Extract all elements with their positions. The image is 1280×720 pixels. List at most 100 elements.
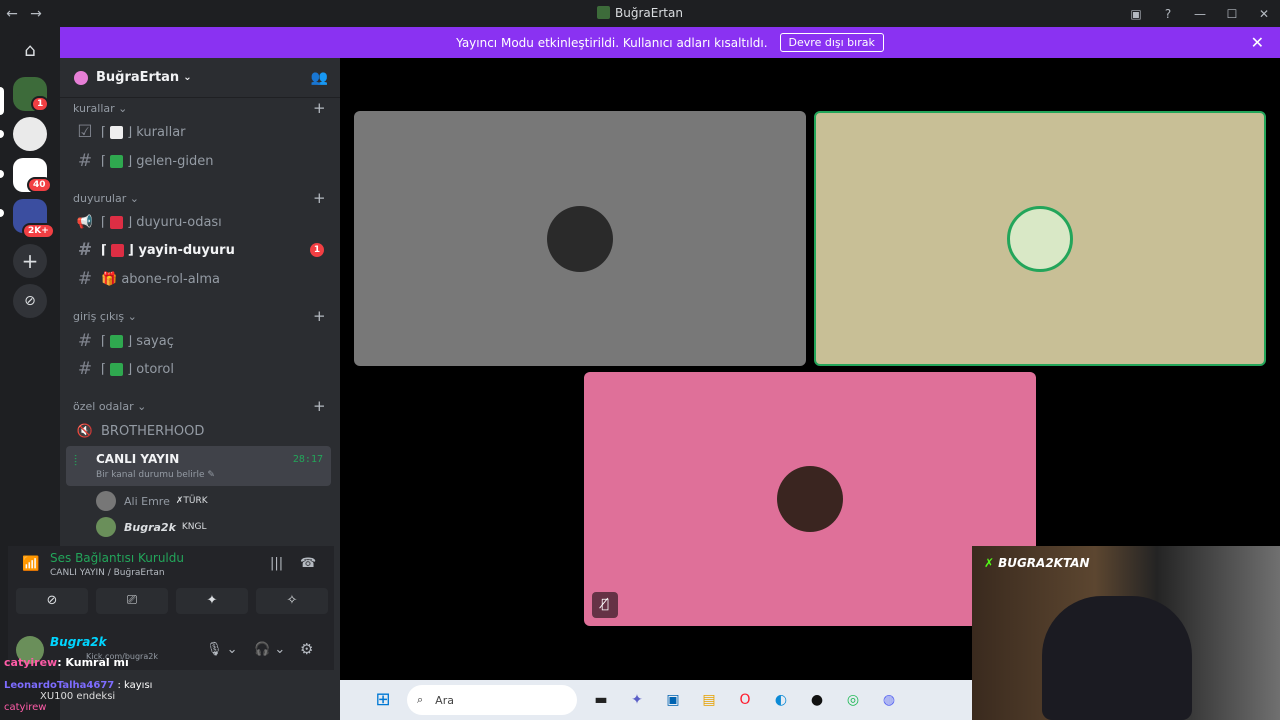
- title-bar: ← → BuğraErtan ▣ ? — ☐ ✕: [0, 0, 1280, 27]
- streamer-mode-banner: Yayıncı Modu etkinleştirildi. Kullanıcı …: [60, 27, 1280, 58]
- discord-icon[interactable]: ◍: [876, 687, 902, 713]
- voice-channel-canli-yayin[interactable]: ⦙ CANLI YAYIN 28:17 Bir kanal durumu bel…: [66, 446, 331, 486]
- edge-icon[interactable]: ◐: [768, 687, 794, 713]
- chat-message: LeonardoTalha4677 : kayısı XU100 endeksi: [4, 680, 153, 702]
- explore-icon[interactable]: ⊘: [13, 284, 47, 318]
- voice-user-name: Bugra2k: [124, 520, 176, 534]
- chat-message: catyirew: [4, 702, 47, 713]
- windows-taskbar: ⊞ ⌕ Ara ▬ ✦ ▣ ▤ O ◐ ● ◎ ◍: [340, 680, 972, 720]
- add-server-icon[interactable]: +: [13, 244, 47, 278]
- screen-share-button[interactable]: ⎚: [96, 588, 168, 614]
- server-icon: [597, 6, 611, 19]
- user-tag: ✗TÜRK: [175, 496, 208, 506]
- kick-logo-icon: ✗: [984, 556, 995, 570]
- signal-icon[interactable]: 📶: [22, 556, 39, 572]
- opera-icon[interactable]: O: [732, 687, 758, 713]
- megaphone-emoji-icon: [110, 243, 124, 257]
- unread-pill: [0, 170, 4, 178]
- server-header[interactable]: BuğraErtan ⌄ 👥: [60, 58, 340, 98]
- category-ozel-odalar[interactable]: özel odalar ⌄ +: [73, 397, 326, 415]
- avatar: [96, 517, 116, 537]
- soundboard-button[interactable]: ✧: [256, 588, 328, 614]
- channel-yayin-duyuru[interactable]: # ⌈ ⌋ yayin-duyuru 1: [74, 240, 324, 260]
- hash-icon: #: [77, 269, 93, 289]
- participant-tile-speaking[interactable]: [814, 111, 1266, 366]
- create-channel-icon[interactable]: +: [313, 397, 326, 415]
- check-emoji-icon: [110, 362, 124, 376]
- invite-icon[interactable]: 👥: [311, 70, 328, 86]
- avatar: [777, 466, 843, 532]
- category-giris-cikis[interactable]: giriş çıkış ⌄ +: [73, 307, 326, 325]
- server-icon-2[interactable]: [13, 117, 47, 151]
- channel-kurallar[interactable]: ☑ ⌈ ⌋ kurallar: [74, 122, 185, 142]
- announcement-icon: 📢: [76, 214, 94, 230]
- voice-user-name: Ali Emre: [124, 494, 170, 508]
- unread-badge: 1: [31, 96, 50, 112]
- maximize-button[interactable]: ☐: [1216, 7, 1248, 21]
- obs-icon[interactable]: ●: [804, 687, 830, 713]
- participant-tile[interactable]: [354, 111, 806, 366]
- activities-button[interactable]: ✦: [176, 588, 248, 614]
- connection-status[interactable]: Ses Bağlantısı Kuruldu: [50, 551, 184, 565]
- hash-icon: #: [77, 331, 93, 351]
- mention-badge: 1: [310, 243, 324, 257]
- close-window-button[interactable]: ✕: [1248, 7, 1280, 21]
- inbox-icon[interactable]: ▣: [1120, 7, 1152, 21]
- microphone-icon[interactable]: 🎙 ⌄: [206, 642, 238, 657]
- gear-icon[interactable]: ⚙: [300, 640, 313, 658]
- channel-abone-rol-alma[interactable]: # 🎁 abone-rol-alma: [74, 269, 220, 289]
- user-tag: KNGL: [181, 522, 207, 532]
- voice-user[interactable]: Ali Emre ✗TÜRK: [96, 491, 208, 511]
- disable-streamer-mode-button[interactable]: Devre dışı bırak: [779, 33, 884, 52]
- voice-actions: ⊘ ⎚ ✦ ✧: [16, 588, 328, 614]
- category-kurallar[interactable]: kurallar ⌄ +: [73, 99, 326, 117]
- file-explorer-icon[interactable]: ▤: [696, 687, 722, 713]
- category-duyurular[interactable]: duyurular ⌄ +: [73, 189, 326, 207]
- taskbar-search[interactable]: ⌕ Ara: [407, 685, 577, 715]
- unread-pill: [0, 130, 4, 138]
- teams-icon[interactable]: ✦: [624, 687, 650, 713]
- spotify-icon[interactable]: ◎: [840, 687, 866, 713]
- window-title: BuğraErtan: [0, 6, 1280, 20]
- hash-icon: #: [77, 240, 93, 260]
- avatar: [547, 205, 613, 272]
- unread-pill: [0, 209, 4, 217]
- avatar: [1007, 205, 1073, 272]
- channel-status-input[interactable]: Bir kanal durumu belirle ✎: [96, 470, 215, 480]
- create-channel-icon[interactable]: +: [313, 307, 326, 325]
- mention-badge: 2K+: [22, 223, 55, 239]
- noise-suppression-icon[interactable]: |||: [270, 556, 283, 571]
- webcam-person: [1042, 596, 1192, 720]
- channel-sayac[interactable]: # ⌈ ⌋ sayaç: [74, 331, 174, 351]
- headset-icon[interactable]: 🎧 ⌄: [254, 642, 285, 657]
- kick-watermark: ✗ BUGRA2KTAN: [984, 556, 1090, 570]
- channel-brotherhood[interactable]: 🔇 BROTHERHOOD: [74, 421, 205, 441]
- voice-user[interactable]: Bugra2k KNGL: [96, 517, 207, 537]
- voice-locked-icon: 🔇: [76, 423, 94, 439]
- connection-channel: CANLI YAYIN / BuğraErtan: [50, 568, 165, 578]
- help-icon[interactable]: ?: [1152, 7, 1184, 21]
- channel-gelen-giden[interactable]: # ⌈ ⌋ gelen-giden: [74, 151, 214, 171]
- mention-badge: 40: [27, 177, 52, 193]
- participant-tile[interactable]: 🎙̸: [584, 372, 1036, 626]
- check-emoji-icon: [110, 154, 124, 168]
- rules-icon: ☑: [77, 122, 93, 142]
- voice-channel-name: CANLI YAYIN: [96, 452, 180, 466]
- hash-icon: #: [77, 359, 93, 379]
- create-channel-icon[interactable]: +: [313, 99, 326, 117]
- disconnect-icon[interactable]: ☎: [300, 556, 316, 571]
- create-channel-icon[interactable]: +: [313, 189, 326, 207]
- camera-off-button[interactable]: ⊘: [16, 588, 88, 614]
- channel-duyuru-odasi[interactable]: 📢 ⌈ ⌋ duyuru-odası: [74, 212, 222, 232]
- task-view-icon[interactable]: ▬: [588, 687, 614, 713]
- windows-start-icon[interactable]: ⊞: [370, 687, 396, 713]
- banner-text: Yayıncı Modu etkinleştirildi. Kullanıcı …: [456, 35, 768, 50]
- discord-home-icon[interactable]: ⌂: [13, 34, 47, 68]
- store-icon[interactable]: ▣: [660, 687, 686, 713]
- server-name: BuğraErtan: [96, 70, 180, 85]
- minimize-button[interactable]: —: [1184, 7, 1216, 21]
- close-icon[interactable]: ✕: [1251, 33, 1264, 52]
- channel-otorol[interactable]: # ⌈ ⌋ otorol: [74, 359, 174, 379]
- server-boost-icon: [74, 70, 88, 85]
- user-name[interactable]: Bugra2k: [50, 635, 107, 649]
